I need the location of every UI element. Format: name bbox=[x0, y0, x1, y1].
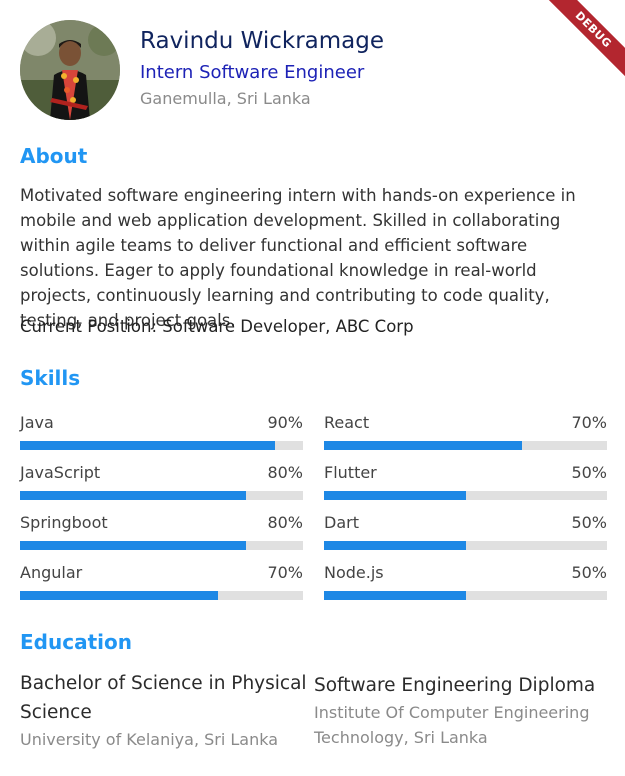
skill-progress-fill bbox=[20, 441, 275, 450]
skill-name: Java bbox=[20, 413, 54, 432]
avatar-photo-icon bbox=[20, 20, 120, 120]
skill-progress-fill bbox=[324, 541, 466, 550]
skill-name: Springboot bbox=[20, 513, 108, 532]
education-item: Bachelor of Science in Physical Science … bbox=[20, 669, 310, 752]
profile-header: Ravindu Wickramage Intern Software Engin… bbox=[20, 20, 384, 120]
skill-springboot: Springboot 80% bbox=[20, 513, 303, 553]
skill-percent: 50% bbox=[571, 563, 607, 582]
skill-progress-fill bbox=[324, 591, 466, 600]
education-heading: Education bbox=[20, 630, 132, 654]
skill-percent: 70% bbox=[267, 563, 303, 582]
skill-percent: 80% bbox=[267, 513, 303, 532]
skill-name: React bbox=[324, 413, 370, 432]
skill-progress-bar bbox=[324, 491, 607, 500]
skill-name: JavaScript bbox=[20, 463, 101, 482]
skill-javascript: JavaScript 80% bbox=[20, 463, 303, 503]
profile-title: Intern Software Engineer bbox=[140, 62, 365, 83]
skill-name: Flutter bbox=[324, 463, 377, 482]
profile-name: Ravindu Wickramage bbox=[140, 28, 385, 54]
skill-java: Java 90% bbox=[20, 413, 303, 453]
education-degree: Bachelor of Science in Physical Science bbox=[20, 673, 307, 723]
avatar bbox=[20, 20, 120, 120]
skills-heading: Skills bbox=[20, 366, 81, 390]
skill-percent: 80% bbox=[267, 463, 303, 482]
skill-progress-bar bbox=[20, 541, 303, 550]
education-school: Institute Of Computer Engineering Techno… bbox=[314, 703, 590, 747]
skill-react: React 70% bbox=[324, 413, 607, 453]
profile-location: Ganemulla, Sri Lanka bbox=[140, 89, 311, 108]
skill-progress-fill bbox=[324, 441, 523, 450]
skill-progress-fill bbox=[324, 491, 466, 500]
skill-name: Node.js bbox=[324, 563, 384, 582]
education-school: University of Kelaniya, Sri Lanka bbox=[20, 730, 279, 749]
skill-progress-bar bbox=[20, 591, 303, 600]
education-degree: Software Engineering Diploma bbox=[314, 675, 596, 696]
debug-banner: DEBUG bbox=[535, 0, 625, 90]
about-heading: About bbox=[20, 144, 88, 168]
skill-nodejs: Node.js 50% bbox=[324, 563, 607, 603]
skill-progress-bar bbox=[20, 491, 303, 500]
education-item: Software Engineering Diploma Institute O… bbox=[314, 671, 606, 750]
skill-angular: Angular 70% bbox=[20, 563, 303, 603]
skill-progress-fill bbox=[20, 491, 247, 500]
skill-progress-fill bbox=[20, 591, 219, 600]
debug-banner-label: DEBUG bbox=[536, 0, 625, 87]
skill-percent: 70% bbox=[571, 413, 607, 432]
current-position: Current Position: Software Developer, AB… bbox=[20, 317, 414, 336]
about-text: Motivated software engineering intern wi… bbox=[20, 186, 576, 330]
skill-progress-bar bbox=[324, 591, 607, 600]
skill-progress-bar bbox=[20, 441, 303, 450]
skill-progress-fill bbox=[20, 541, 247, 550]
skill-progress-bar bbox=[324, 541, 607, 550]
skill-percent: 50% bbox=[571, 513, 607, 532]
skill-name: Angular bbox=[20, 563, 83, 582]
skill-dart: Dart 50% bbox=[324, 513, 607, 553]
skill-progress-bar bbox=[324, 441, 607, 450]
skill-flutter: Flutter 50% bbox=[324, 463, 607, 503]
skill-percent: 90% bbox=[267, 413, 303, 432]
skill-name: Dart bbox=[324, 513, 359, 532]
skill-percent: 50% bbox=[571, 463, 607, 482]
